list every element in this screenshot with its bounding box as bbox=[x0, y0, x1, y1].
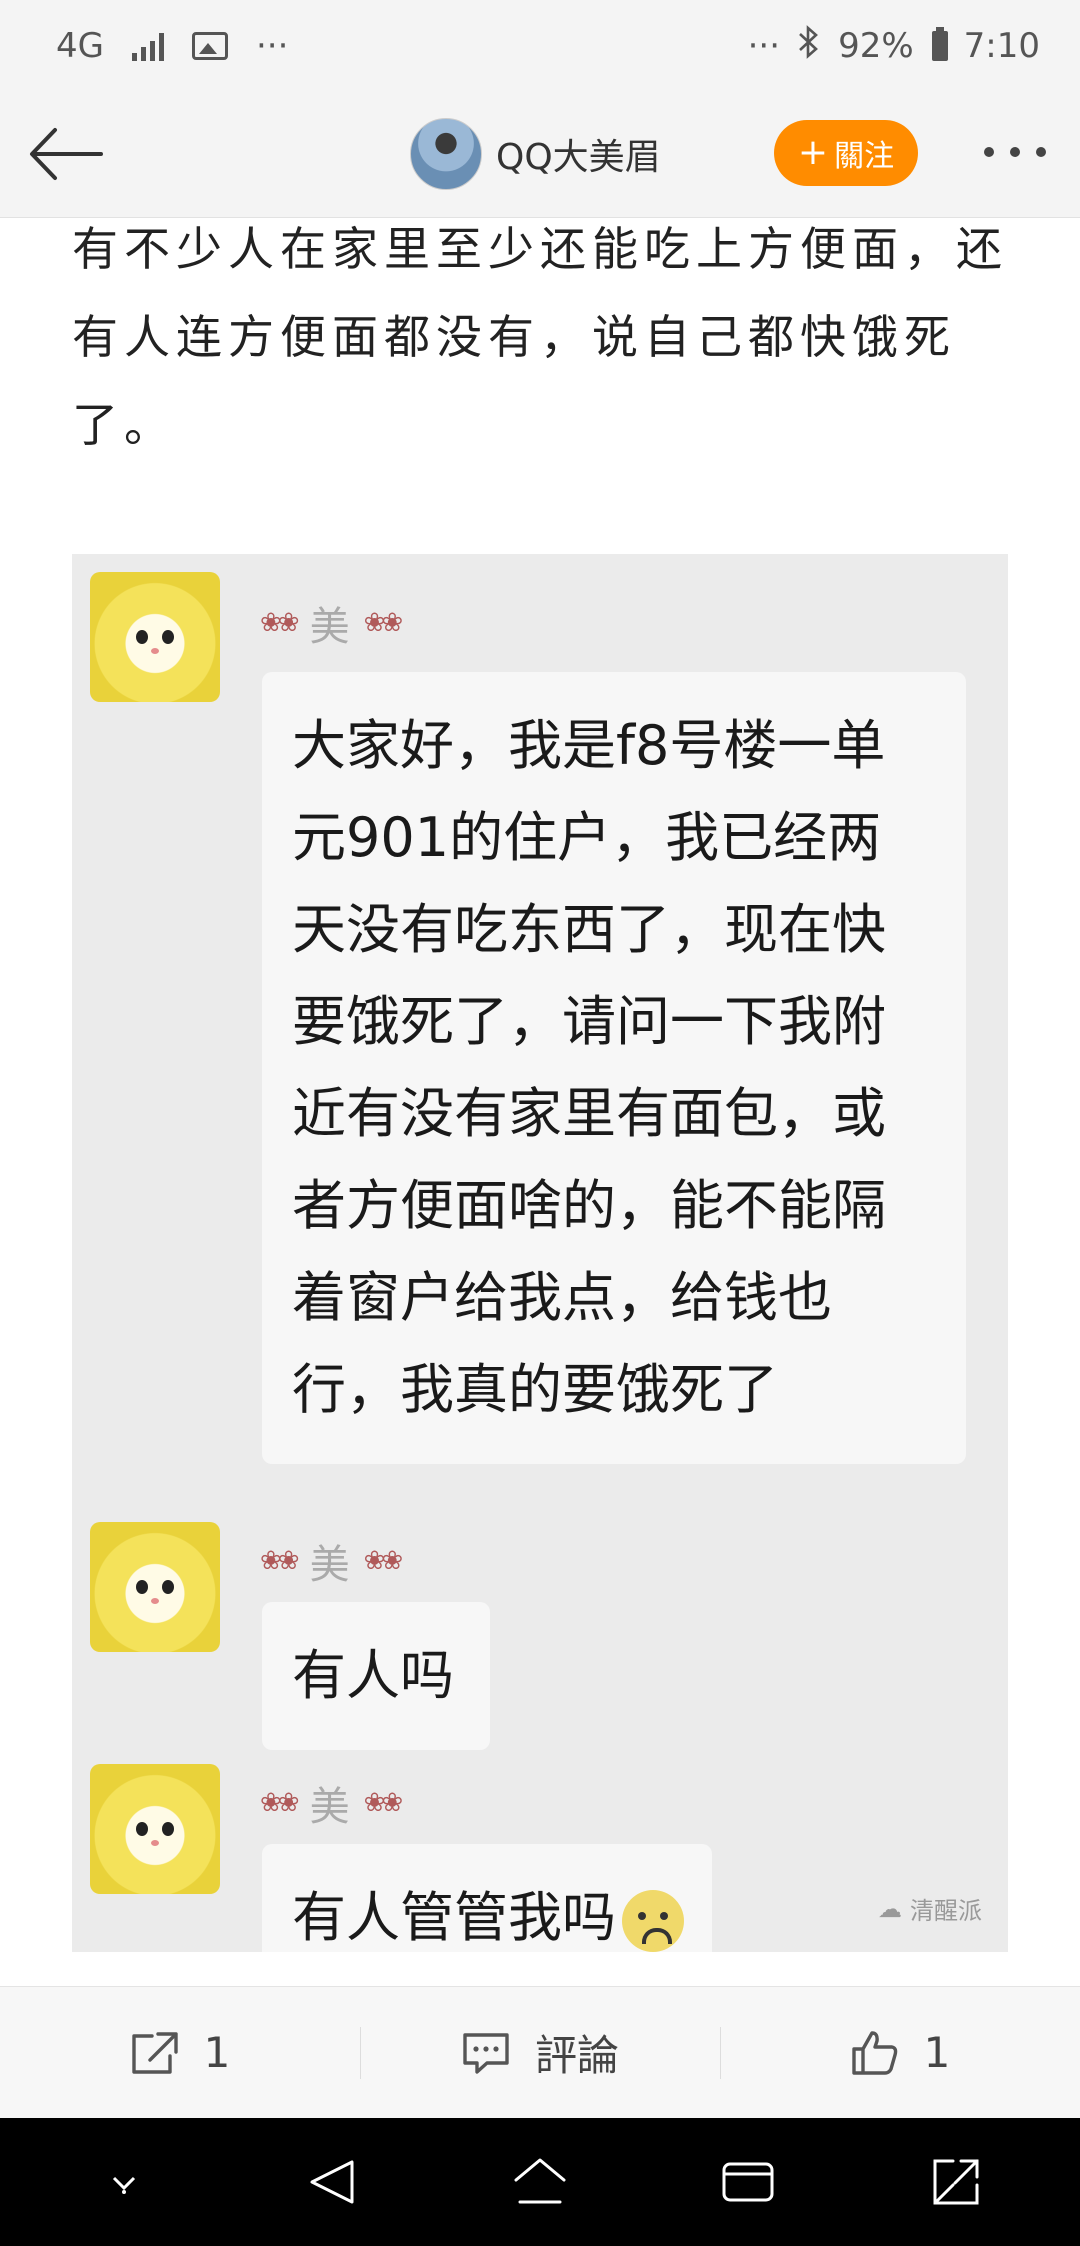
back-button[interactable] bbox=[24, 116, 108, 192]
navigation-bar bbox=[0, 2118, 1080, 2246]
more-options-button[interactable] bbox=[970, 122, 1060, 182]
share-button[interactable]: 1 bbox=[0, 1987, 360, 2118]
app-header: QQ大美眉 + 關注 bbox=[0, 92, 1080, 218]
paw-icon: ❀❀ bbox=[260, 1546, 300, 1576]
home-icon bbox=[514, 2158, 566, 2204]
chevron-down-icon bbox=[112, 2176, 136, 2194]
watermark: ☁ 清醒派 bbox=[878, 1891, 982, 1926]
paw-icon: ❀❀ bbox=[363, 1788, 404, 1818]
back-arrow-icon bbox=[30, 128, 103, 180]
message-bubble: 有人吗 bbox=[262, 1602, 490, 1750]
paw-icon: ❀❀ bbox=[260, 1788, 300, 1818]
author-info[interactable]: QQ大美眉 bbox=[410, 116, 661, 192]
more-notifications-icon: ··· bbox=[255, 26, 289, 66]
author-name[interactable]: QQ大美眉 bbox=[496, 128, 661, 180]
triangle-back-icon bbox=[310, 2160, 354, 2204]
plus-icon: + bbox=[797, 132, 829, 173]
dot-icon bbox=[1036, 147, 1046, 157]
cat-avatar bbox=[90, 572, 220, 702]
chat-screenshot-image[interactable]: ❀❀ 美 ❀❀ 大家好，我是f8号楼一单元901的住户，我已经两天没有吃东西了，… bbox=[72, 554, 1008, 1952]
share-count: 1 bbox=[203, 2028, 231, 2077]
back-nav-button[interactable] bbox=[282, 2132, 382, 2232]
article-paragraph: 有不少人在家里至少还能吃上方便面，还有人连方便面都没有，说自己都快饿死了。 bbox=[72, 222, 1008, 452]
clock: 7:10 bbox=[963, 26, 1040, 66]
image-notification-icon bbox=[191, 32, 228, 60]
paw-icon: ❀❀ bbox=[260, 608, 300, 638]
battery-percent: 92% bbox=[838, 26, 914, 66]
like-button[interactable]: 1 bbox=[720, 1987, 1080, 2118]
cat-avatar bbox=[90, 1522, 220, 1652]
sender-name: ❀❀ 美 ❀❀ bbox=[260, 1774, 404, 1832]
follow-label: 關注 bbox=[834, 139, 895, 174]
recent-apps-icon bbox=[722, 2162, 774, 2202]
watermark-text: 清醒派 bbox=[910, 1897, 982, 1925]
sender-name-text: 美 bbox=[309, 1542, 350, 1588]
hide-nav-button[interactable] bbox=[74, 2132, 174, 2232]
bluetooth-icon bbox=[796, 24, 822, 68]
sender-name-text: 美 bbox=[309, 604, 350, 650]
expand-icon bbox=[933, 2159, 979, 2205]
more-status-icon: ··· bbox=[747, 26, 781, 66]
paw-icon: ❀❀ bbox=[363, 1546, 404, 1576]
signal-icon bbox=[131, 31, 164, 61]
status-left: 4G ··· bbox=[56, 26, 288, 66]
dot-icon bbox=[984, 147, 994, 157]
cat-avatar bbox=[90, 1764, 220, 1894]
message-bubble: 大家好，我是f8号楼一单元901的住户，我已经两天没有吃东西了，现在快要饿死了，… bbox=[262, 672, 966, 1464]
battery-icon bbox=[931, 27, 948, 61]
paw-icon: ❀❀ bbox=[363, 608, 404, 638]
action-bar: 1 評論 1 bbox=[0, 1986, 1080, 2118]
sender-name: ❀❀ 美 ❀❀ bbox=[260, 1532, 404, 1590]
message-bubble: 有人管管我吗 bbox=[262, 1844, 712, 1952]
message-text: 有人管管我吗 bbox=[292, 1886, 616, 1949]
comment-label: 評論 bbox=[534, 2031, 619, 2080]
fullscreen-nav-button[interactable] bbox=[906, 2132, 1006, 2232]
sender-name-text: 美 bbox=[309, 1784, 350, 1830]
status-right: ··· 92% 7:10 bbox=[747, 24, 1040, 68]
status-bar: 4G ··· ··· 92% 7:10 bbox=[0, 0, 1080, 92]
recents-nav-button[interactable] bbox=[698, 2132, 798, 2232]
home-nav-button[interactable] bbox=[490, 2132, 590, 2232]
author-avatar[interactable] bbox=[410, 118, 482, 190]
comment-button[interactable]: 評論 bbox=[360, 1987, 720, 2118]
network-indicator: 4G bbox=[56, 26, 104, 66]
thumbs-up-icon bbox=[851, 2030, 897, 2075]
wechat-icon: ☁ bbox=[878, 1894, 902, 1923]
dot-icon bbox=[1010, 147, 1020, 157]
share-icon bbox=[131, 2031, 178, 2074]
like-count: 1 bbox=[923, 2028, 951, 2077]
comment-icon bbox=[463, 2032, 509, 2074]
sad-face-emoji-icon bbox=[622, 1890, 684, 1952]
sender-name: ❀❀ 美 ❀❀ bbox=[260, 594, 404, 652]
follow-button[interactable]: + 關注 bbox=[774, 120, 918, 186]
